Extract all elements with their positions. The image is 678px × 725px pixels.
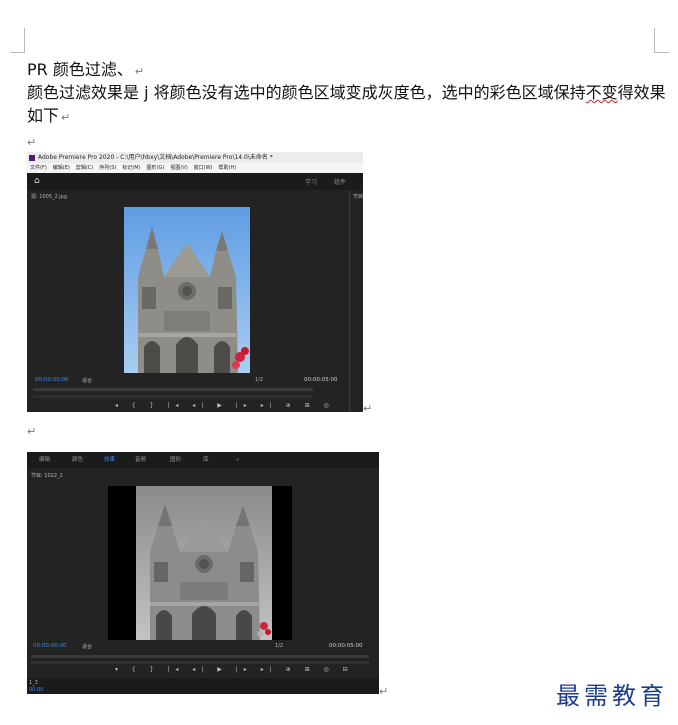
menu-edit[interactable]: 编辑(E) (53, 165, 70, 171)
tab-color[interactable]: 颜色 (72, 452, 83, 468)
menu-view[interactable]: 视图(V) (170, 165, 187, 171)
tab-libraries[interactable]: 库 (203, 452, 209, 468)
window-title: Adobe Premiere Pro 2020 - C:\用户\hbxy\文档\… (38, 154, 273, 161)
body-text-line2: 如下 (27, 106, 60, 125)
transport-controls[interactable]: ▾ { } |◂ ◂| ▶ |▸ ▸| ⊕ ⊞ ◎ ⊟ (115, 666, 354, 673)
bottom-panel-label: 1_3 (29, 680, 38, 686)
transport-controls[interactable]: ◂ { } |◂ ◂| ▶ |▸ ▸| ⊕ ⊞ ◎ (115, 402, 335, 409)
tab-graphics[interactable]: 图形 (170, 452, 181, 468)
timeline-ruler[interactable] (31, 655, 369, 658)
fit-dropdown[interactable]: 适合 (82, 377, 92, 384)
home-icon[interactable]: ⌂ (34, 176, 40, 186)
timeline-ruler[interactable] (33, 388, 313, 391)
menu-file[interactable]: 文件(F) (30, 165, 47, 171)
paragraph-mark: ↵ (61, 111, 71, 124)
heading-text: PR 颜色过滤、 (27, 60, 133, 79)
resolution-dropdown[interactable]: 1/2 (275, 643, 283, 649)
program-timecode-duration: 00:00:05:00 (329, 643, 363, 649)
workspace-assembly[interactable]: 组件 (334, 177, 346, 186)
empty-paragraph-mark: ↵ (27, 425, 37, 438)
more-tabs-icon[interactable]: » (236, 452, 239, 468)
bottom-timecode: 00:00 (29, 687, 44, 693)
watermark-logo: 最需教育 (556, 682, 668, 710)
tab-editing[interactable]: 编辑 (39, 452, 50, 468)
menu-marker[interactable]: 标记(M) (122, 165, 140, 171)
program-panel-title[interactable]: 节目: 1022_2 (31, 472, 63, 479)
program-timecode-current[interactable]: 00:00:00:00 (33, 643, 67, 649)
page-corner-mark-right (654, 28, 669, 53)
paragraph-mark: ↵ (379, 685, 389, 698)
source-panel-title[interactable]: 源: 1005_2.jpg (31, 193, 67, 200)
panel-divider (349, 190, 350, 412)
empty-paragraph-mark: ↵ (27, 136, 37, 149)
bottom-panel-strip: 1_3 00:00 (27, 678, 379, 694)
zoom-scrollbar[interactable] (31, 661, 369, 664)
tab-audio[interactable]: 音频 (135, 452, 146, 468)
cathedral-color-photo (124, 207, 250, 373)
heading-paragraph: PR 颜色过滤、 ↵ (27, 59, 144, 83)
premiere-screenshot-program: 编辑 颜色 效果 音频 图形 库 » 节目: 1022_2 00:00:00:0 (27, 452, 379, 694)
menu-sequence[interactable]: 序列(S) (99, 165, 116, 171)
fit-dropdown[interactable]: 适合 (82, 643, 92, 650)
source-timecode-duration: 00:00:05:00 (304, 377, 338, 383)
menu-bar: 文件(F) 编辑(E) 剪辑(C) 序列(S) 标记(M) 图形(G) 视图(V) 窗口(W)… (27, 163, 363, 173)
workspace-bar: ⌂ 学习 组件 (27, 173, 363, 190)
paragraph-mark: ↵ (363, 402, 373, 415)
menu-graphics[interactable]: 图形(G) (147, 165, 165, 171)
page-corner-mark-left (10, 28, 25, 53)
premiere-logo-icon (29, 154, 35, 161)
menu-window[interactable]: 窗口(W) (194, 165, 213, 171)
window-titlebar: Adobe Premiere Pro 2020 - C:\用户\hbxy\文档\… (27, 152, 363, 163)
tab-effects[interactable]: 效果 (104, 452, 115, 468)
premiere-screenshot-source: Adobe Premiere Pro 2020 - C:\用户\hbxy\文档\… (27, 152, 363, 412)
body-paragraph-line2: 如下 ↵ (27, 105, 70, 129)
workspace-learn[interactable]: 学习 (305, 177, 317, 186)
resolution-dropdown[interactable]: 1/2 (255, 377, 263, 383)
program-panel-title[interactable]: 节目 (353, 193, 363, 200)
body-paragraph: 颜色过滤效果是 j 将颜色没有选中的颜色区域变成灰度色，选中的彩色区域保持不变得… (27, 82, 666, 104)
workspace-tabs: 编辑 颜色 效果 音频 图形 库 » (27, 452, 379, 468)
source-timecode-current[interactable]: 00:00:00:00 (35, 377, 69, 383)
paragraph-mark: ↵ (134, 65, 145, 78)
body-text: 颜色过滤效果是 j 将颜色没有选中的颜色区域变成灰度色，选中的彩色区域保持 (27, 83, 586, 102)
body-text-end: 得效果 (617, 83, 666, 102)
menu-clip[interactable]: 剪辑(C) (76, 165, 93, 171)
spellcheck-word: 不变 (585, 83, 618, 102)
menu-help[interactable]: 帮助(H) (219, 165, 237, 171)
cathedral-grayscale-photo (136, 486, 272, 640)
zoom-scrollbar[interactable] (33, 395, 313, 398)
